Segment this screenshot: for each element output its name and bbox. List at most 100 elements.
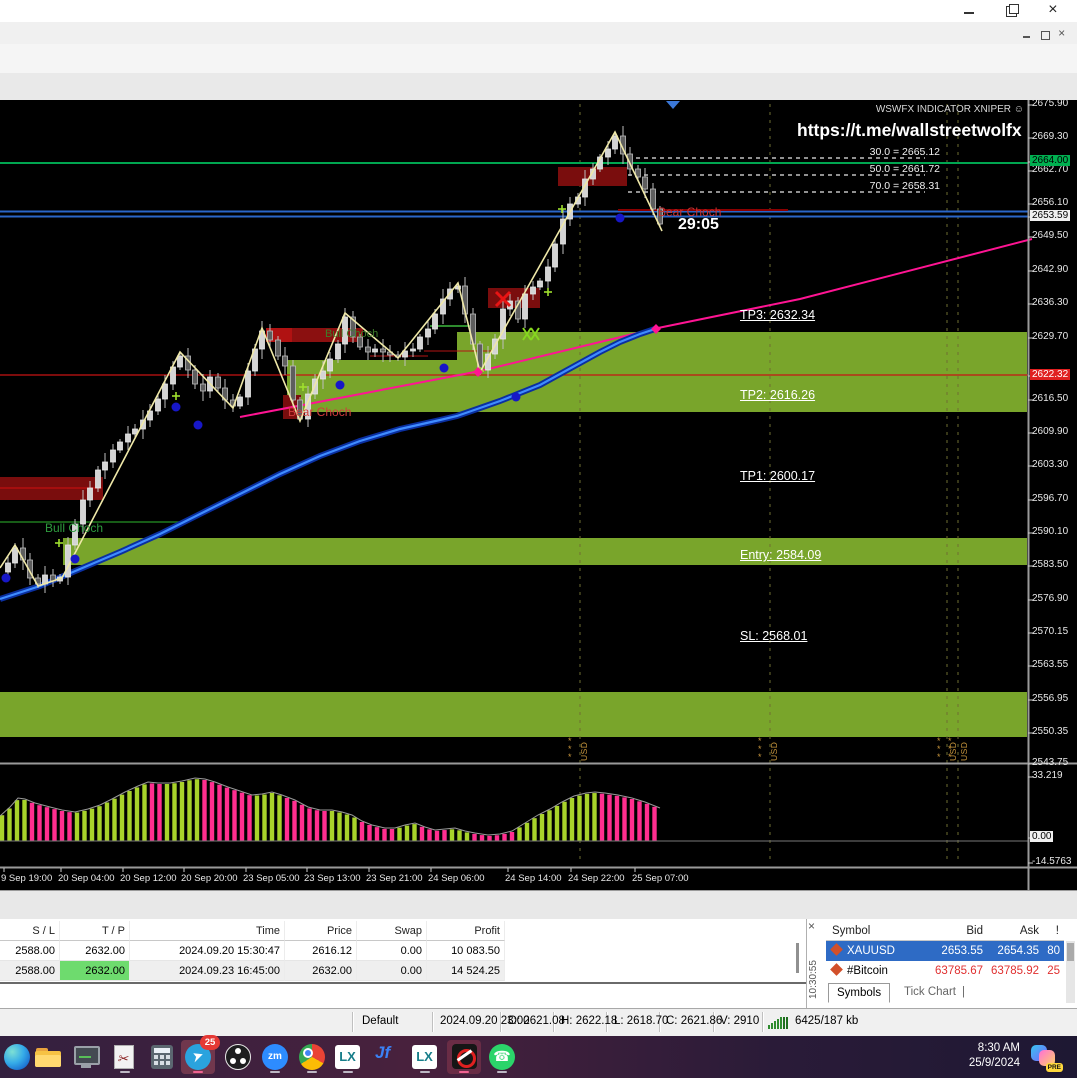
- histogram-bar: [337, 813, 341, 842]
- candle: [246, 371, 251, 397]
- candle: [523, 294, 528, 319]
- taskbar-whatsapp-icon[interactable]: ☎: [485, 1040, 519, 1074]
- histogram-bar: [607, 795, 611, 841]
- window-restore-button[interactable]: [1004, 4, 1018, 23]
- histogram-bar: [435, 831, 439, 841]
- signal-dot: [336, 381, 345, 390]
- statusbar-item: C: 2621.86: [666, 1015, 722, 1027]
- histogram-bar: [375, 827, 379, 841]
- window-close-button[interactable]: ×: [1048, 4, 1062, 23]
- trade-cell: 10 083.50: [427, 941, 505, 961]
- taskbar-jf-icon[interactable]: Jf: [370, 1040, 404, 1074]
- tab-tick-chart[interactable]: Tick Chart: [896, 983, 964, 1001]
- column-header-swap[interactable]: Swap: [357, 921, 427, 941]
- mw-ask-cell: 63785.92: [988, 961, 1044, 981]
- chart-region[interactable]: WSWFX INDICATOR XNIPER ☺ https://t.me/wa…: [0, 100, 1077, 890]
- taskbar-telegram-icon[interactable]: ➤25: [181, 1040, 215, 1074]
- histogram-bar: [330, 811, 334, 841]
- terminal-scrollbar[interactable]: [796, 943, 799, 973]
- histogram-bar: [360, 822, 364, 841]
- candle: [343, 317, 348, 344]
- plus-mark: [55, 539, 63, 547]
- candle: [433, 314, 438, 329]
- histogram-bar: [495, 835, 499, 841]
- supply-demand-zone: [0, 692, 1027, 737]
- statusbar-item: Default: [362, 1015, 398, 1027]
- histogram-bar: [585, 794, 589, 841]
- histogram-bar: [457, 830, 461, 841]
- mw-header-[interactable]: !: [1044, 921, 1064, 941]
- column-header-time[interactable]: Time: [130, 921, 285, 941]
- plus-mark: [172, 392, 180, 400]
- mw-header-symbol[interactable]: Symbol: [826, 921, 926, 941]
- statusbar-separator: [432, 1012, 433, 1032]
- signal-dot: [71, 555, 80, 564]
- histogram-bar: [277, 795, 281, 841]
- histogram-bar: [97, 806, 101, 841]
- histogram-bar: [30, 803, 34, 841]
- histogram-bar: [412, 824, 416, 841]
- candle: [81, 500, 86, 524]
- histogram-bar: [270, 793, 274, 841]
- histogram-bar: [322, 811, 326, 841]
- histogram-bar: [45, 807, 49, 841]
- taskbar-lx2-icon[interactable]: LX: [408, 1040, 442, 1074]
- taskbar-edge-icon[interactable]: [0, 1040, 34, 1074]
- taskbar-snipping-tool-icon[interactable]: ✂: [108, 1040, 142, 1074]
- candle: [553, 244, 558, 267]
- histogram-bar: [112, 799, 116, 841]
- panel-divider: [806, 919, 807, 1008]
- taskbar-obs-icon[interactable]: [221, 1040, 255, 1074]
- window-minimize-button[interactable]: [962, 4, 976, 23]
- candle: [531, 287, 536, 294]
- histogram-bar: [390, 829, 394, 841]
- mw-header-bid[interactable]: Bid: [926, 921, 988, 941]
- trade-cell: 2632.00: [60, 941, 130, 961]
- market-watch-close-icon[interactable]: ×: [808, 920, 820, 932]
- histogram-bar: [120, 795, 124, 841]
- taskbar-calculator-icon[interactable]: [145, 1040, 179, 1074]
- column-header-price[interactable]: Price: [285, 921, 357, 941]
- taskbar-copilot-icon[interactable]: PRE: [1031, 1043, 1059, 1069]
- histogram-bar: [547, 810, 551, 841]
- taskbar-file-explorer-icon[interactable]: [31, 1040, 65, 1074]
- taskbar: ✂ ➤25 zm LX Jf LX ☎ 8:30 AM 25/9/2024 PR…: [0, 1036, 1077, 1078]
- histogram-bar: [82, 811, 86, 841]
- candle: [336, 344, 341, 359]
- taskbar-zoom-icon[interactable]: zm: [258, 1040, 292, 1074]
- mw-symbol-cell: #Bitcoin: [826, 961, 926, 981]
- column-header-sl[interactable]: S / L: [0, 921, 60, 941]
- trade-cell: 2616.12: [285, 941, 357, 961]
- clock-date: 25/9/2024: [969, 1056, 1020, 1071]
- price-chart-canvas[interactable]: [0, 100, 1077, 890]
- histogram-bar: [592, 793, 596, 841]
- market-watch-scrollbar[interactable]: [1066, 941, 1075, 1003]
- mw-header-ask[interactable]: Ask: [988, 921, 1044, 941]
- taskbar-lx-icon[interactable]: LX: [331, 1040, 365, 1074]
- taskbar-clock[interactable]: 8:30 AM 25/9/2024: [969, 1041, 1020, 1071]
- candle: [283, 356, 288, 366]
- taskbar-pc-icon[interactable]: [69, 1040, 103, 1074]
- taskbar-chrome-icon[interactable]: [295, 1040, 329, 1074]
- title-bar: ×: [0, 0, 1077, 22]
- histogram-bar: [570, 798, 574, 841]
- tab-symbols[interactable]: Symbols: [828, 983, 890, 1003]
- panel-splitter[interactable]: [0, 890, 1077, 921]
- signal-dot: [440, 364, 449, 373]
- signal-dot: [194, 421, 203, 430]
- histogram-bar: [480, 835, 484, 841]
- histogram-bar: [165, 784, 169, 841]
- scrollbar-thumb[interactable]: [1067, 943, 1074, 961]
- histogram-bar: [367, 825, 371, 841]
- histogram-bar: [127, 791, 131, 841]
- taskbar-trading-app-icon[interactable]: [447, 1040, 481, 1074]
- histogram-bar: [60, 811, 64, 841]
- column-header-tp[interactable]: T / P: [60, 921, 130, 941]
- tab-separator: |: [962, 983, 965, 1001]
- trade-cell: 0.00: [357, 941, 427, 961]
- signal-dot: [616, 214, 625, 223]
- column-header-profit[interactable]: Profit: [427, 921, 505, 941]
- histogram-bar: [352, 818, 356, 842]
- histogram-bar: [622, 797, 626, 841]
- histogram-bar: [397, 828, 401, 841]
